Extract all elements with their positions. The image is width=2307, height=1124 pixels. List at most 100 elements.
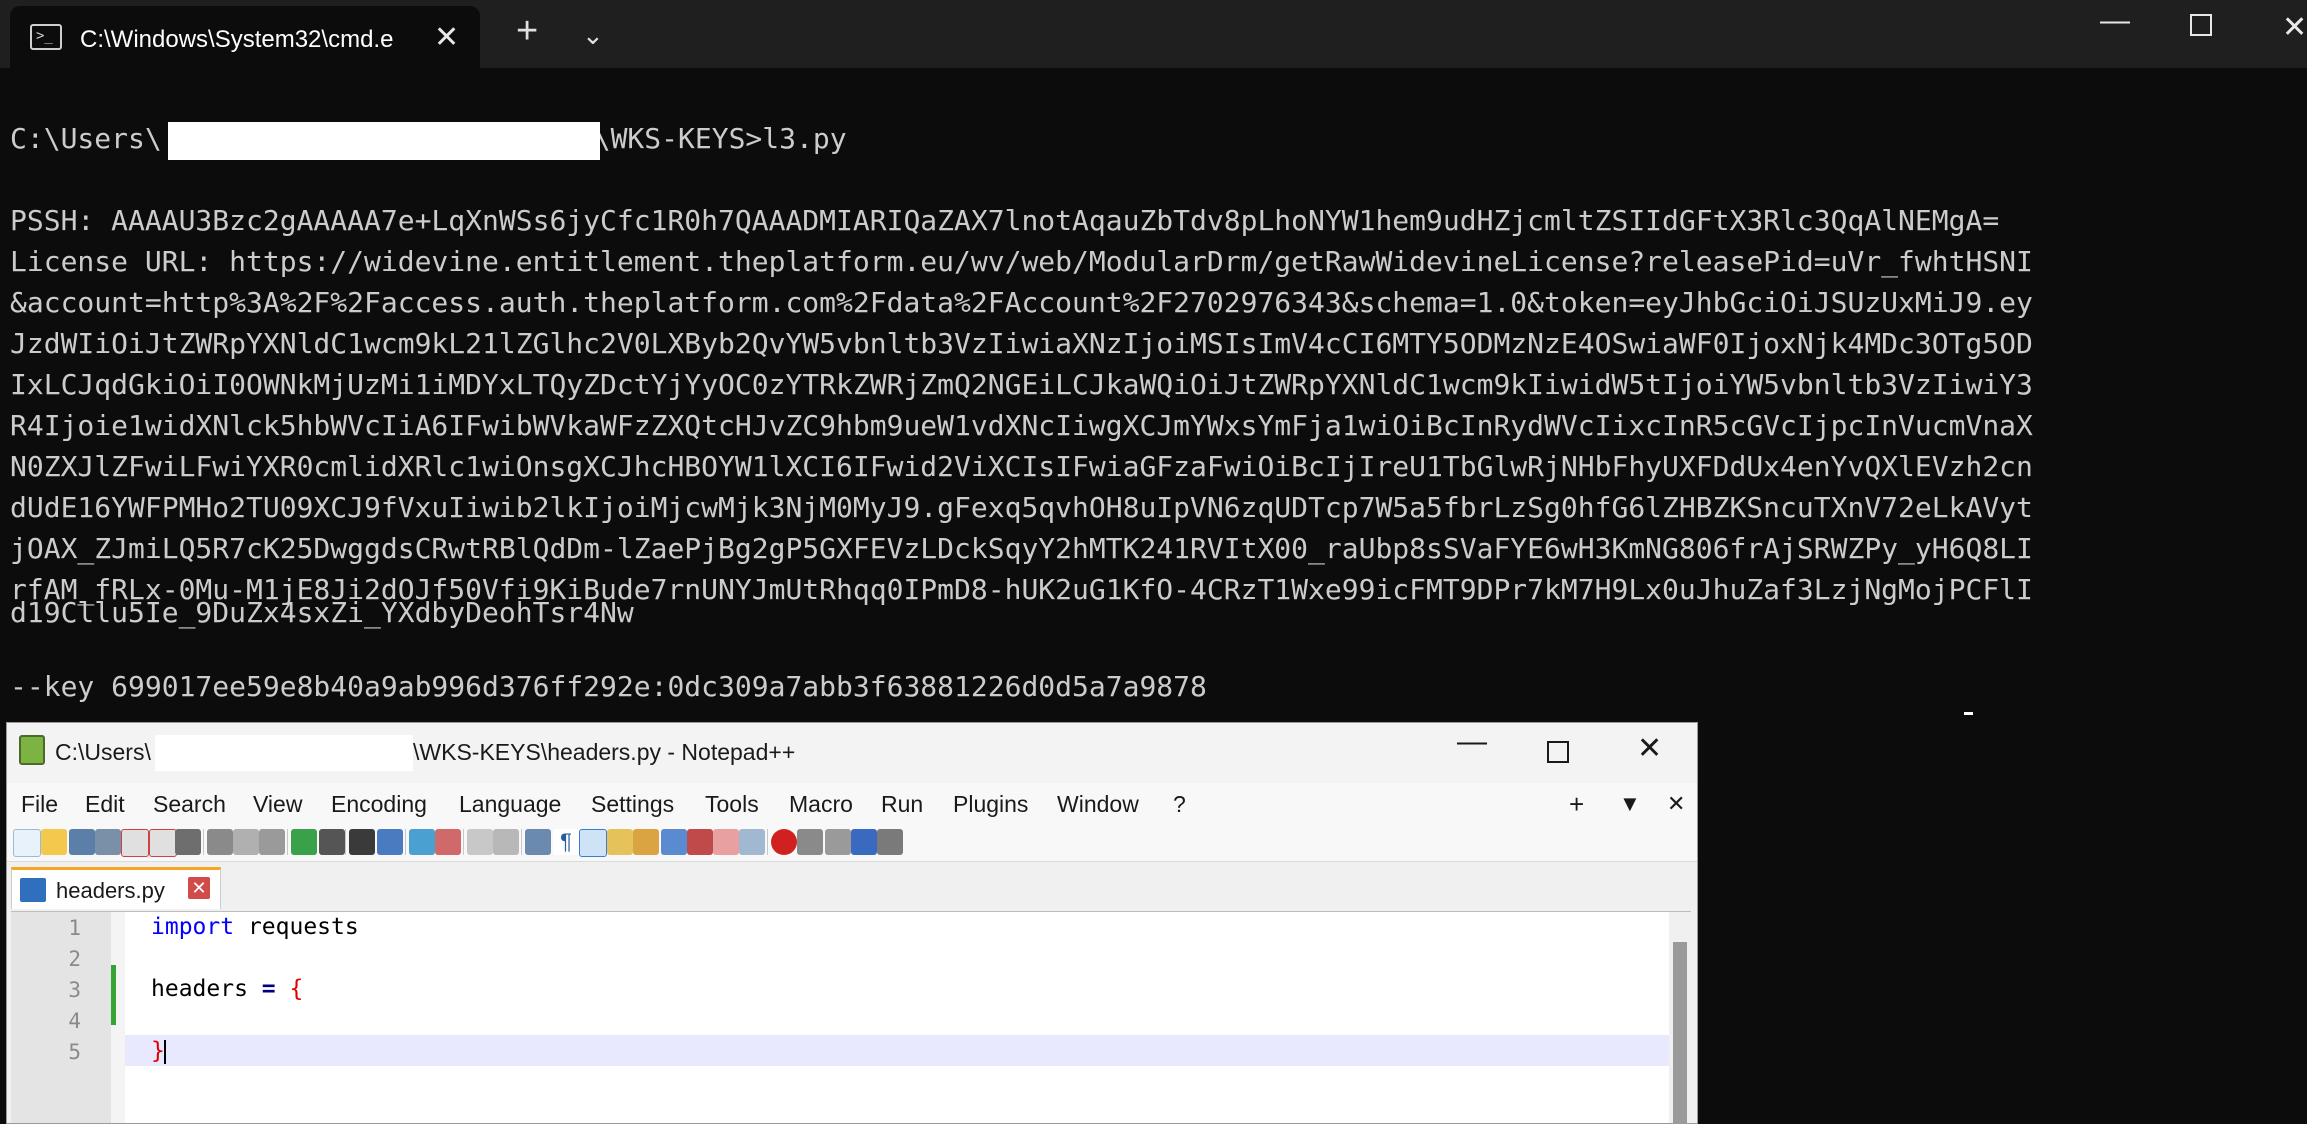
close-tab-icon[interactable]: ✕ [434, 20, 459, 55]
current-line-highlight [125, 1035, 1669, 1066]
record-macro-icon[interactable] [771, 829, 797, 855]
change-history-marker [111, 965, 116, 1025]
prompt-suffix: \WKS-KEYS>l3.py [593, 122, 847, 155]
menu-search[interactable]: Search [153, 791, 226, 818]
output-line: N0ZXJlZFwiLFwiYXR0cmlidXRlc1wiOnsgXCJhcH… [10, 450, 2033, 483]
document-map-icon[interactable] [633, 829, 659, 855]
stop-macro-icon[interactable] [797, 829, 823, 855]
save-macro-icon[interactable] [877, 829, 903, 855]
find-icon[interactable] [349, 829, 375, 855]
monitoring-icon[interactable] [739, 829, 765, 855]
run-macro-multiple-icon[interactable] [851, 829, 877, 855]
copy-icon[interactable] [233, 829, 259, 855]
menu-view[interactable]: View [253, 791, 302, 818]
output-line: jOAX_ZJmiLQ5R7cK25DwggdsCRwtRBlQdDm-lZae… [10, 532, 2033, 565]
play-macro-icon[interactable] [825, 829, 851, 855]
tab-bar: headers.py ✕ [7, 863, 1697, 909]
terminal-icon: >_ [30, 24, 62, 50]
notepadpp-titlebar: C:\Users\ \WKS-KEYS\headers.py - Notepad… [7, 723, 1697, 783]
output-line: JzdWIiOiJtZWRpYXNldC1wcm9kL21lZGlhc2V0LX… [10, 327, 2033, 360]
vertical-scrollbar[interactable] [1669, 912, 1691, 1123]
menu-help[interactable]: ? [1173, 791, 1186, 818]
assign-operator: = [261, 976, 276, 1002]
maximize-button[interactable] [1547, 737, 1569, 771]
menu-bar: File Edit Search View Encoding Language … [7, 783, 1697, 823]
print-icon[interactable] [175, 829, 201, 855]
identifier-headers: headers [151, 976, 248, 1002]
replace-icon[interactable] [377, 829, 403, 855]
menu-settings[interactable]: Settings [591, 791, 674, 818]
redacted-username [155, 735, 413, 771]
saved-file-icon [20, 878, 46, 902]
notepadpp-app-icon [19, 735, 45, 765]
paste-icon[interactable] [259, 829, 285, 855]
undo-icon[interactable] [291, 829, 317, 855]
line-number: 4 [68, 1009, 81, 1033]
function-list-icon[interactable] [661, 829, 687, 855]
terminal-titlebar: >_ C:\Windows\System32\cmd.e ✕ + ⌄ — ✕ [0, 0, 2307, 68]
menu-macro[interactable]: Macro [789, 791, 853, 818]
close-tab-icon[interactable]: ✕ [188, 877, 210, 899]
menu-run[interactable]: Run [881, 791, 923, 818]
zoom-in-icon[interactable] [409, 829, 435, 855]
terminal-cursor [1964, 712, 1973, 715]
word-wrap-icon[interactable] [525, 829, 551, 855]
redo-icon[interactable] [319, 829, 345, 855]
toolbar: ¶ [7, 823, 1697, 862]
new-document-button[interactable]: + [1569, 789, 1584, 820]
keyword-import: import [151, 914, 235, 940]
menu-window[interactable]: Window [1057, 791, 1139, 818]
sync-horizontal-icon[interactable] [493, 829, 519, 855]
terminal-tab-title: C:\Windows\System32\cmd.e [80, 26, 394, 53]
menu-language[interactable]: Language [459, 791, 561, 818]
tab-headers-py[interactable]: headers.py ✕ [11, 867, 221, 909]
redacted-username [168, 122, 600, 160]
new-file-icon[interactable] [13, 829, 41, 857]
minimize-button[interactable]: — [1457, 725, 1487, 759]
save-icon[interactable] [69, 829, 95, 855]
code-line-1: import requests [151, 914, 359, 940]
text-caret [164, 1040, 166, 1064]
tab-dropdown-button[interactable]: ⌄ [582, 20, 604, 51]
close-all-icon[interactable] [149, 829, 177, 857]
save-all-icon[interactable] [95, 829, 121, 855]
line-number: 1 [68, 916, 81, 940]
project-panel-icon[interactable] [713, 829, 739, 855]
zoom-out-icon[interactable] [435, 829, 461, 855]
menu-encoding[interactable]: Encoding [331, 791, 427, 818]
code-line-3: headers = { [151, 976, 303, 1002]
scrollbar-thumb[interactable] [1673, 942, 1687, 1123]
close-icon[interactable] [121, 829, 149, 857]
output-line: dUdE16YWFPMHo2TU09XCJ9fVxuIiwib2lkIjoiMj… [10, 491, 2033, 524]
new-tab-button[interactable]: + [516, 10, 538, 53]
menu-file[interactable]: File [21, 791, 58, 818]
line-number: 5 [68, 1040, 81, 1064]
show-all-characters-icon[interactable]: ¶ [553, 829, 579, 855]
document-list-button[interactable]: ▼ [1619, 791, 1641, 817]
output-line-pssh: PSSH: AAAAU3Bzc2gAAAAA7e+LqXnWSs6jyCfc1R… [10, 204, 2000, 237]
line-number-gutter: 1 2 3 4 5 [11, 912, 111, 1123]
maximize-button[interactable] [2190, 10, 2212, 44]
menu-tools[interactable]: Tools [705, 791, 759, 818]
user-language-icon[interactable] [607, 829, 633, 855]
close-window-button[interactable]: ✕ [1637, 731, 1662, 766]
minimize-button[interactable]: — [2100, 4, 2130, 38]
menu-plugins[interactable]: Plugins [953, 791, 1028, 818]
terminal-tab[interactable]: >_ C:\Windows\System32\cmd.e ✕ [10, 6, 480, 68]
close-window-button[interactable]: ✕ [2282, 10, 2307, 45]
output-line: R4Ijoie1widXNlck5hbWVcIiA6IFwibWVkaWFzZX… [10, 409, 2033, 442]
menu-edit[interactable]: Edit [85, 791, 125, 818]
open-file-icon[interactable] [41, 829, 67, 855]
indent-guide-icon[interactable] [579, 829, 607, 857]
close-document-button[interactable]: ✕ [1667, 791, 1685, 817]
line-number: 3 [68, 978, 81, 1002]
open-brace: { [289, 976, 304, 1002]
output-line: d19Cllu5Ie_9DuZx4sxZi_YXdbyDeohTsr4Nw [10, 596, 634, 629]
folder-as-workspace-icon[interactable] [687, 829, 713, 855]
prompt-prefix: C:\Users\ [10, 122, 162, 155]
notepadpp-window[interactable]: C:\Users\ \WKS-KEYS\headers.py - Notepad… [6, 722, 1698, 1124]
cut-icon[interactable] [207, 829, 233, 855]
code-editor[interactable]: 1 2 3 4 5 import requests headers = { } [11, 911, 1691, 1123]
key-line: --key 699017ee59e8b40a9ab996d376ff292e:0… [10, 670, 1207, 703]
sync-vertical-icon[interactable] [467, 829, 493, 855]
